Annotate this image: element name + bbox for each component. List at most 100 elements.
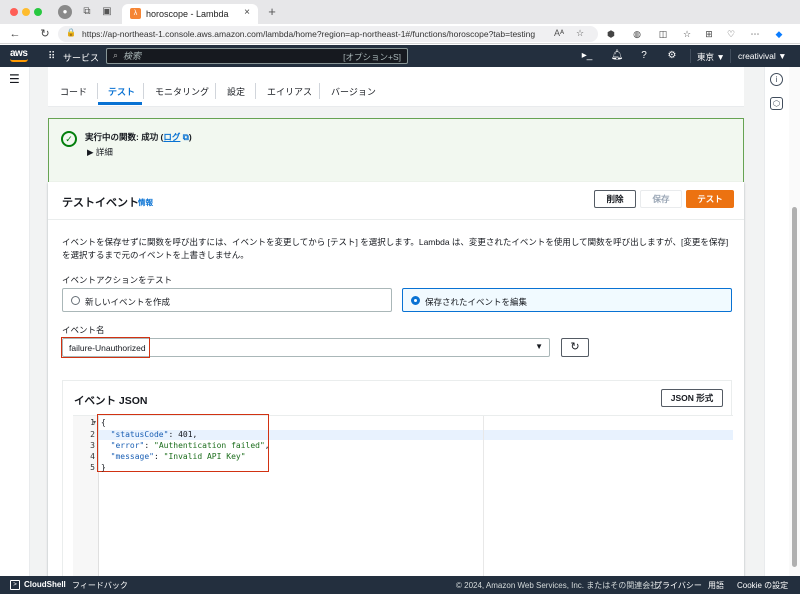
region-selector[interactable]: 東京 ▼ (697, 51, 725, 63)
event-name-select[interactable]: failure-Unauthorized ▼ (61, 337, 550, 358)
test-event-title: テストイベント (62, 197, 139, 209)
editor-gutter: 1 ▾ 2 3 4 5 (73, 416, 99, 576)
read-aloud-icon[interactable]: Aᴬ (554, 28, 564, 38)
workspaces-icon[interactable]: ⧉ (80, 5, 94, 19)
url-text: https://ap-northeast-1.console.aws.amazo… (82, 29, 536, 39)
new-tab-icon[interactable]: + (265, 5, 279, 19)
lock-icon: 🔒 (66, 28, 76, 37)
delete-button[interactable]: 削除 (594, 190, 636, 208)
info-icon[interactable]: i (770, 73, 783, 86)
url-field[interactable]: 🔒 https://ap-northeast-1.console.aws.ama… (58, 26, 598, 42)
reload-icon[interactable]: ↻ (38, 27, 52, 41)
refresh-icon: ↻ (570, 341, 580, 353)
address-bar: ← ↻ 🔒 https://ap-northeast-1.console.aws… (0, 24, 800, 44)
copilot-icon[interactable]: ◍ (630, 27, 644, 41)
line-number: 3 (90, 441, 95, 450)
line-number: 1 (90, 418, 95, 427)
account-menu[interactable]: creativival ▼ (738, 51, 787, 61)
cloudshell-link[interactable]: CloudShell (24, 580, 66, 589)
event-action-label: イベントアクションをテスト (62, 275, 173, 285)
details-expander[interactable]: ▶ 詳細 (87, 146, 113, 158)
alert-title: 実行中の関数: 成功 (ログ ⧉) (85, 132, 192, 142)
search-shortcut: [オプション+S] (343, 52, 401, 62)
tab-code[interactable]: コード (60, 85, 87, 98)
search-input[interactable] (123, 50, 343, 62)
json-code-editor[interactable]: 1 ▾ 2 3 4 5 { "statusCode": 401, "error"… (73, 414, 733, 576)
right-utility-rail: i ⬡ (764, 67, 788, 576)
line-number: 5 (90, 463, 95, 472)
scrollbar-thumb[interactable] (792, 207, 797, 567)
terms-link[interactable]: 用語 (708, 580, 724, 591)
event-name-value: failure-Unauthorized (69, 343, 146, 353)
save-button[interactable]: 保存 (640, 190, 682, 208)
tab-divider (97, 83, 98, 99)
nav-divider (730, 49, 731, 63)
services-grid-icon[interactable]: ⠿ (48, 51, 55, 62)
tab-actions-icon[interactable]: ▣ (100, 5, 114, 19)
card-header-divider (48, 219, 744, 220)
radio-button[interactable] (71, 296, 80, 305)
code-line-3: "error": "Authentication failed", (110, 441, 270, 450)
more-menu-icon[interactable]: ⋯ (748, 27, 762, 41)
services-menu[interactable]: サービス (63, 51, 99, 64)
favorite-star-icon[interactable]: ☆ (576, 28, 584, 39)
radio-create-new-event[interactable]: 新しいイベントを作成 (62, 288, 392, 312)
edge-copilot-icon[interactable]: ◆ (772, 27, 786, 41)
fold-arrow-icon[interactable]: ▾ (93, 419, 96, 426)
privacy-link[interactable]: プライバシー (654, 580, 702, 591)
event-name-label: イベント名 (62, 325, 105, 335)
split-screen-icon[interactable]: ◫ (656, 27, 670, 41)
aws-footer: > CloudShell フィードバック © 2024, Amazon Web … (0, 576, 800, 594)
function-tabs: コード テスト モニタリング 設定 エイリアス バージョン (48, 67, 744, 107)
aws-logo-smile (10, 59, 28, 62)
help-icon[interactable]: ? (637, 49, 651, 63)
profile-icon[interactable]: ● (58, 5, 72, 19)
caret-down-icon: ▼ (535, 342, 543, 351)
tab-divider (255, 83, 256, 99)
json-format-button[interactable]: JSON 形式 (661, 389, 723, 407)
aws-logo[interactable]: aws (10, 48, 28, 59)
search-box[interactable]: ⌕ [オプション+S] (106, 48, 408, 64)
test-button[interactable]: テスト (686, 190, 734, 208)
line-number: 2 (90, 430, 95, 439)
code-area[interactable]: { "statusCode": 401, "error": "Authentic… (97, 414, 733, 576)
main-content: コード テスト モニタリング 設定 エイリアス バージョン ✓ 実行中の関数: … (30, 67, 764, 576)
window-zoom-button[interactable] (34, 8, 42, 16)
refresh-button[interactable]: ↻ (561, 338, 589, 357)
extension-icon[interactable]: ⬢ (604, 27, 618, 41)
page-scrollbar[interactable] (789, 67, 800, 576)
code-line-5: } (101, 463, 106, 472)
cloudshell-terminal-icon[interactable]: > (10, 580, 20, 590)
tab-configuration[interactable]: 設定 (227, 85, 245, 98)
tab-divider (319, 83, 320, 99)
tab-monitoring[interactable]: モニタリング (155, 85, 209, 98)
feedback-link[interactable]: フィードバック (72, 580, 128, 591)
left-navigation-rail: ☰ (0, 67, 30, 576)
test-event-card: テストイベント 情報 削除 保存 テスト イベントを保存せずに関数を呼び出すには… (48, 182, 744, 576)
tab-aliases[interactable]: エイリアス (267, 85, 312, 98)
browser-tab-title: horoscope - Lambda (146, 9, 229, 19)
browser-tab[interactable]: λ horoscope - Lambda × (122, 4, 258, 24)
cookie-settings-link[interactable]: Cookie の設定 (737, 580, 788, 591)
hamburger-menu-icon[interactable]: ☰ (9, 72, 20, 86)
print-margin (483, 416, 484, 576)
tab-versions[interactable]: バージョン (331, 85, 376, 98)
log-link[interactable]: ログ (163, 132, 180, 142)
tab-test[interactable]: テスト (108, 85, 135, 98)
radio-edit-saved-event[interactable]: 保存されたイベントを編集 (402, 288, 732, 312)
window-minimize-button[interactable] (22, 8, 30, 16)
code-line-1: { (101, 418, 106, 427)
window-close-button[interactable] (10, 8, 18, 16)
browser-essentials-icon[interactable]: ♡ (724, 27, 738, 41)
favorites-icon[interactable]: ☆ (680, 27, 694, 41)
radio-button-selected[interactable] (411, 296, 420, 305)
notifications-bell-icon[interactable]: 🔔︎ (610, 49, 624, 63)
collections-icon[interactable]: ⊞ (702, 27, 716, 41)
hexagon-settings-icon[interactable]: ⬡ (770, 97, 783, 110)
close-tab-icon[interactable]: × (244, 7, 250, 18)
cloudshell-icon[interactable]: ▸_ (580, 49, 594, 63)
back-icon[interactable]: ← (8, 27, 22, 41)
browser-tab-bar: ● ⧉ ▣ λ horoscope - Lambda × + (0, 0, 800, 24)
info-link[interactable]: 情報 (138, 197, 153, 208)
settings-gear-icon[interactable]: ⚙ (665, 49, 679, 63)
